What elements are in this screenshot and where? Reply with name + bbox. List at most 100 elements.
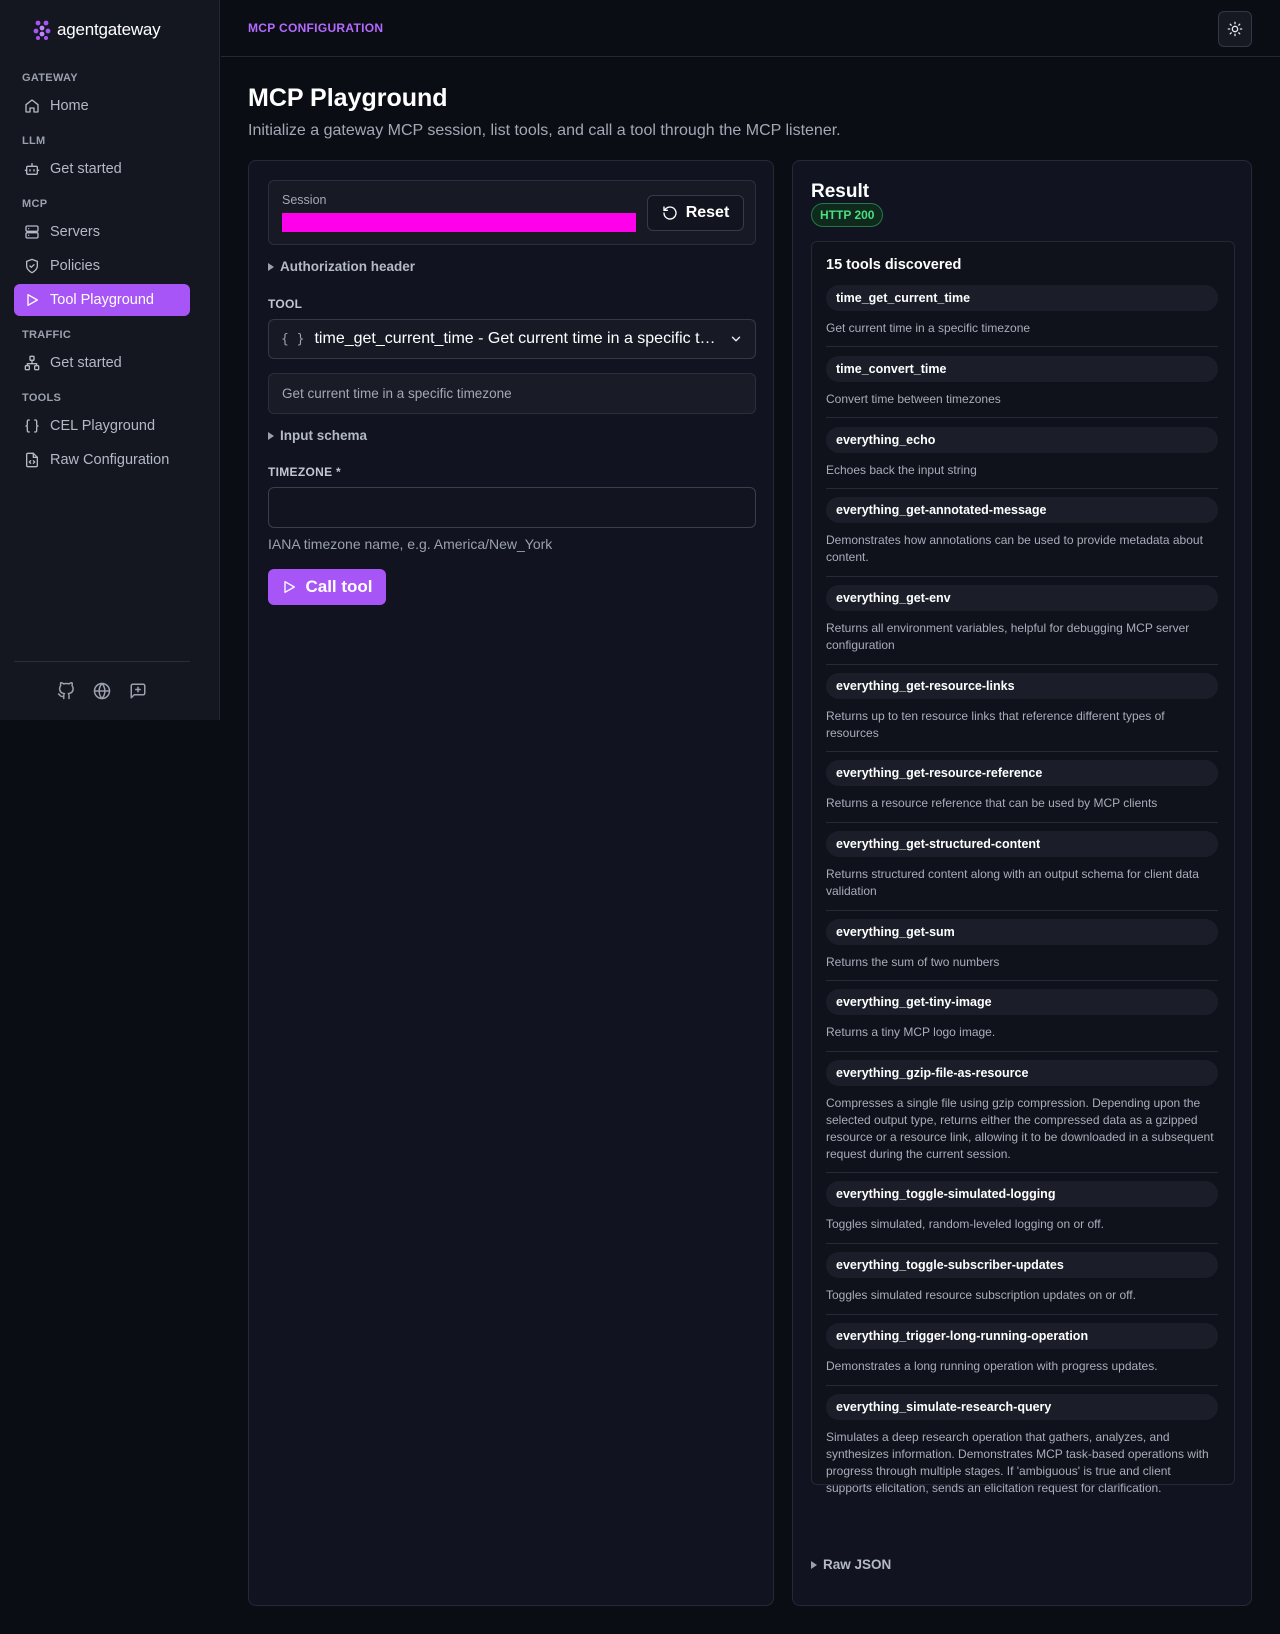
feedback-icon[interactable] [129,682,147,700]
brand-logo[interactable]: agentgateway [33,20,161,40]
play-icon [27,294,38,306]
braces-icon: { } [281,331,305,347]
sidebar-item-label: Get started [50,161,122,177]
globe-icon[interactable] [93,682,111,700]
disclosure-triangle-icon [268,262,274,271]
tool-list-item: everything_simulate-research-query Simula… [826,1394,1218,1497]
top-bar: MCP CONFIGURATION [221,0,1280,57]
sidebar-item-tool-playground[interactable]: Tool Playground [14,284,190,316]
session-label: Session [282,193,327,207]
timezone-field-label: TIMEZONE * [268,465,342,479]
nav-section-llm: LLM [22,135,46,147]
tool-description: Get current time in a specific timezone [268,373,756,414]
tool-separator [826,1051,1218,1052]
tool-separator [826,751,1218,752]
tool-name: everything_get-tiny-image [826,989,1218,1015]
tool-list-item: everything_toggle-subscriber-updates Togg… [826,1252,1218,1304]
timezone-help-text: IANA timezone name, e.g. America/New_Yor… [268,536,553,552]
shield-icon [26,258,38,274]
tool-list-item: time_get_current_time Get current time in… [826,285,1218,337]
tool-name: everything_get-sum [826,919,1218,945]
tool-separator [826,980,1218,981]
authorization-header-label: Authorization header [280,259,416,274]
tool-list-item: everything_get-resource-reference Returns… [826,760,1218,812]
theme-toggle-button[interactable] [1218,11,1252,47]
input-schema-toggle[interactable]: Input schema [268,428,367,443]
tool-list-item: everything_toggle-simulated-logging Toggl… [826,1181,1218,1233]
tool-list-item: everything_get-sum Returns the sum of two… [826,919,1218,971]
play-icon [284,581,296,593]
session-id-redacted [282,213,636,232]
tool-separator [826,1172,1218,1173]
sidebar-item-llm-get-started[interactable]: Get started [14,153,190,185]
input-schema-label: Input schema [280,428,368,443]
tool-name: everything_get-resource-links [826,673,1218,699]
tool-separator [826,822,1218,823]
bot-icon [24,163,40,175]
sidebar-item-label: Servers [50,224,100,240]
tool-list-item: everything_get-structured-content Returns… [826,831,1218,900]
sidebar-item-cel-playground[interactable]: CEL Playground [14,410,190,442]
rotate-ccw-icon [663,206,677,220]
tools-list: 15 tools discovered time_get_current_tim… [811,241,1235,1495]
tool-separator [826,346,1218,347]
sun-icon [1227,21,1243,37]
result-title: Result [811,181,870,202]
nav-section-mcp: MCP [22,198,48,210]
tool-name: everything_toggle-simulated-logging [826,1181,1218,1207]
playground-panel: Session Reset Authorization header TOOL … [248,160,774,1606]
brand-name: agentgateway [57,20,161,39]
breadcrumb[interactable]: MCP CONFIGURATION [248,21,383,35]
tool-name: everything_echo [826,427,1218,453]
call-tool-label: Call tool [305,577,373,596]
call-tool-button[interactable]: Call tool [268,569,386,605]
sidebar: agentgateway GATEWAY Home LLM Get starte… [0,0,220,720]
disclosure-triangle-icon [811,1560,817,1569]
tool-separator [826,417,1218,418]
agentgateway-logo-icon [33,20,51,40]
tool-list-item: everything_get-env Returns all environmen… [826,585,1218,654]
authorization-header-toggle[interactable]: Authorization header [268,259,415,274]
raw-json-toggle[interactable]: Raw JSON [811,1557,891,1572]
tool-description: Returns all environment variables, helpf… [826,621,1190,652]
timezone-input[interactable] [268,487,756,528]
tool-separator [826,1314,1218,1315]
tool-name: time_get_current_time [826,285,1218,311]
tool-name: everything_get-env [826,585,1218,611]
raw-json-label: Raw JSON [823,1557,892,1572]
sidebar-item-label: Raw Configuration [50,452,170,468]
tool-description: Returns up to ten resource links that re… [826,709,1165,740]
sidebar-item-traffic-get-started[interactable]: Get started [14,347,190,379]
tool-name: everything_gzip-file-as-resource [826,1060,1218,1086]
tool-name: everything_trigger-long-running-operatio… [826,1323,1218,1349]
sidebar-item-servers[interactable]: Servers [14,216,190,248]
page-title: MCP Playground [248,84,448,112]
sidebar-item-policies[interactable]: Policies [14,250,190,282]
tool-description: Toggles simulated resource subscription … [826,1288,1136,1302]
tool-select[interactable]: { } time_get_current_time - Get current … [268,319,756,359]
chevron-down-icon [731,336,741,342]
tool-description: Convert time between timezones [826,392,1001,406]
tool-description: Toggles simulated, random-leveled loggin… [826,1217,1104,1231]
sidebar-divider [14,661,190,662]
tool-list-item: everything_get-tiny-image Returns a tiny … [826,989,1218,1041]
sidebar-item-label: Tool Playground [50,292,154,308]
tool-description: Returns a tiny MCP logo image. [826,1025,996,1039]
tool-description: Demonstrates a long running operation wi… [826,1359,1158,1373]
reset-button[interactable]: Reset [647,195,744,231]
sidebar-item-label: Policies [50,258,100,274]
tool-list-item: everything_echo Echoes back the input str… [826,427,1218,479]
github-icon[interactable] [57,682,75,700]
tool-name: time_convert_time [826,356,1218,382]
tool-select-value: time_get_current_time - Get current time… [314,330,719,347]
sidebar-item-raw-configuration[interactable]: Raw Configuration [14,444,190,476]
sidebar-item-home[interactable]: Home [14,90,190,122]
tool-description: Echoes back the input string [826,463,977,477]
tool-name: everything_simulate-research-query [826,1394,1218,1420]
tool-separator [826,1385,1218,1386]
tool-description: Compresses a single file using gzip comp… [826,1096,1214,1161]
tool-name: everything_toggle-subscriber-updates [826,1252,1218,1278]
tool-list-item: everything_trigger-long-running-operatio… [826,1323,1218,1375]
page-subtitle: Initialize a gateway MCP session, list t… [248,122,841,139]
tool-description: Simulates a deep research operation that… [826,1430,1209,1495]
